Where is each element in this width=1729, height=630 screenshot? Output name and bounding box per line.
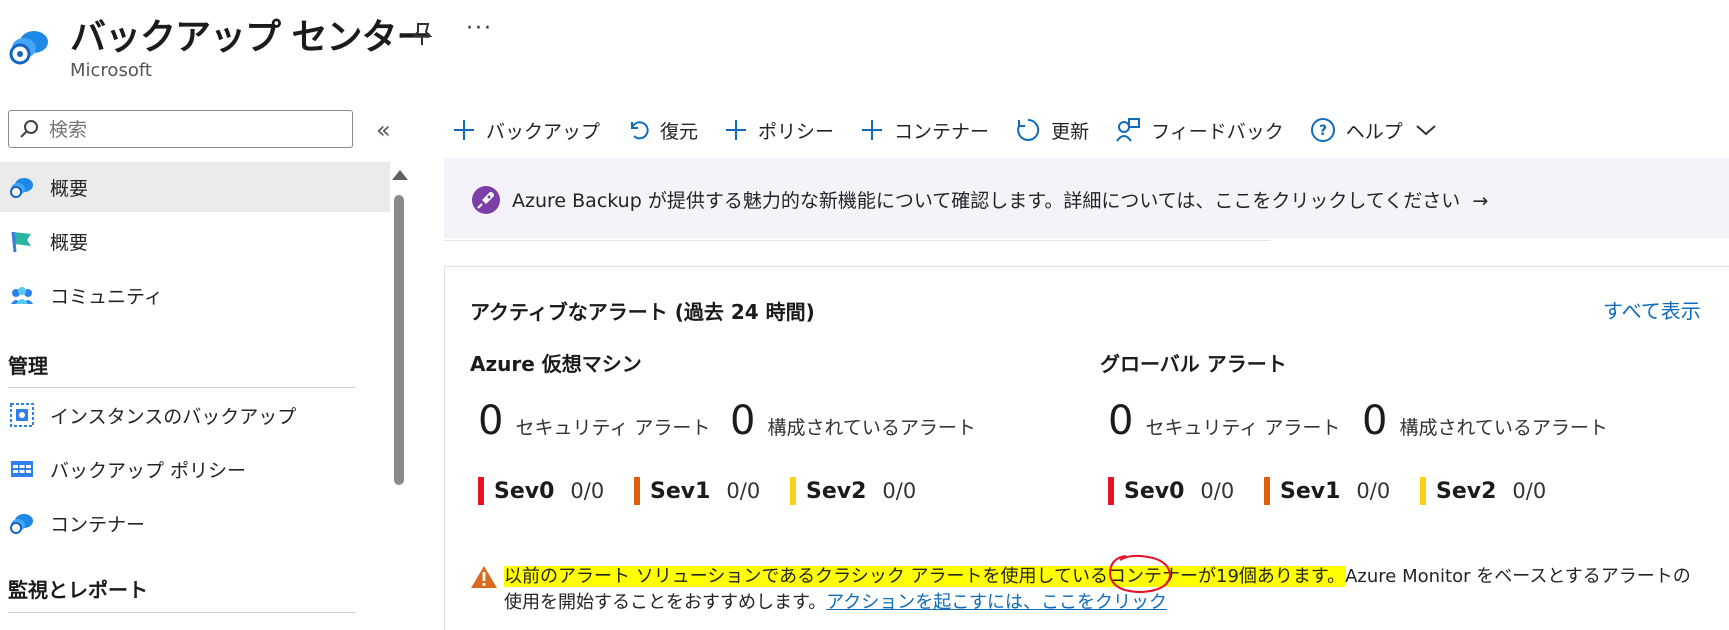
quickstart-flag-icon (8, 227, 36, 255)
red-annotation-circle (1108, 554, 1172, 594)
sidebar-item-label: コンテナー (50, 513, 146, 536)
banner-message[interactable]: Azure Backup が提供する魅力的な新機能について確認します。詳細につい… (512, 186, 1488, 213)
restore-button[interactable]: 復元 (626, 117, 698, 144)
svg-text:?: ? (1319, 123, 1327, 139)
sev1-indicator[interactable]: Sev1 0/0 (634, 477, 760, 505)
configured-alert-count[interactable]: 0 構成されているアラート (1362, 398, 1608, 444)
global-alerts-group-title: グローバル アラート (1100, 352, 1287, 376)
plus-icon (862, 120, 883, 140)
help-icon: ? (1310, 118, 1335, 142)
sev2-color-bar (790, 477, 796, 505)
sidebar-item-label: インスタンスのバックアップ (50, 405, 297, 428)
page-subtitle: Microsoft (70, 60, 152, 81)
backup-instances-icon (8, 401, 36, 429)
plus-icon (454, 120, 474, 140)
sev1-color-bar (1264, 477, 1270, 505)
search-icon (20, 120, 38, 138)
sev2-color-bar (1420, 477, 1426, 505)
divider (444, 240, 1270, 241)
scroll-up-arrow[interactable] (392, 170, 408, 180)
section-monitoring-heading: 監視とレポート (8, 578, 148, 602)
sev0-indicator[interactable]: Sev0 0/0 (1108, 477, 1234, 505)
sidebar-item-community[interactable]: コミュニティ (0, 270, 390, 320)
see-all-link[interactable]: すべて表示 (1603, 295, 1701, 324)
policy-button[interactable]: ポリシー (724, 117, 834, 144)
search-box[interactable] (8, 110, 353, 148)
page-title: バックアップ センター (70, 17, 433, 58)
section-divider (8, 612, 356, 613)
sev2-indicator[interactable]: Sev2 0/0 (790, 477, 916, 505)
sidebar-item-backup-instances[interactable]: インスタンスのバックアップ (0, 390, 390, 440)
configured-alert-count[interactable]: 0 構成されているアラート (730, 398, 976, 444)
sidebar-item-backup-policies[interactable]: バックアップ ポリシー (0, 444, 390, 494)
vault-button[interactable]: コンテナー (860, 117, 989, 144)
collapse-sidebar-button[interactable]: « (376, 116, 391, 144)
sidebar-item-overview[interactable]: 概要 (0, 162, 390, 212)
highlighted-warning-text: 以前のアラート ソリューションであるクラシック アラートを使用しているコンテナー… (504, 566, 1346, 587)
sev1-color-bar (634, 477, 640, 505)
plus-icon (726, 120, 747, 140)
azure-vm-group-title: Azure 仮想マシン (470, 352, 642, 376)
sev0-indicator[interactable]: Sev0 0/0 (478, 477, 604, 505)
rocket-icon (472, 186, 500, 214)
section-divider (8, 387, 356, 388)
feedback-button[interactable]: フィードバック (1115, 117, 1284, 144)
active-alerts-title: アクティブなアラート (過去 24 時間) (470, 300, 815, 324)
sidebar-item-label: 概要 (50, 231, 89, 254)
vault-cloud-icon (8, 509, 36, 537)
security-alert-count[interactable]: 0 セキュリティ アラート (1108, 398, 1340, 444)
cloud-backup-icon (8, 173, 36, 201)
sidebar-item-getting-started[interactable]: 概要 (0, 216, 390, 266)
policy-table-icon (8, 455, 36, 483)
arrow-right-icon: → (1472, 190, 1489, 212)
classic-alerts-warning: 以前のアラート ソリューションであるクラシック アラートを使用しているコンテナー… (504, 564, 1704, 616)
chevron-down-icon (1416, 125, 1436, 136)
refresh-icon (1017, 118, 1040, 141)
feedback-icon (1116, 118, 1141, 142)
sev2-indicator[interactable]: Sev2 0/0 (1420, 477, 1546, 505)
command-bar: バックアップ 復元 ポリシー コンテナー 更新 フィードバック ? ヘルプ (452, 110, 1463, 150)
pin-icon[interactable] (408, 20, 436, 48)
sev0-color-bar (478, 477, 484, 505)
section-manage-heading: 管理 (8, 354, 48, 378)
sidebar-scrollbar[interactable] (394, 195, 404, 485)
sidebar-item-label: 概要 (50, 177, 89, 200)
sidebar-item-vaults[interactable]: コンテナー (0, 498, 390, 548)
help-button[interactable]: ? ヘルプ (1310, 117, 1437, 144)
refresh-button[interactable]: 更新 (1015, 117, 1089, 144)
sev1-indicator[interactable]: Sev1 0/0 (1264, 477, 1390, 505)
sidebar-item-label: コミュニティ (50, 285, 163, 308)
backup-button[interactable]: バックアップ (452, 117, 600, 144)
warning-icon (470, 564, 498, 594)
restore-icon (631, 121, 649, 140)
security-alert-count[interactable]: 0 セキュリティ アラート (478, 398, 710, 444)
search-input[interactable] (47, 115, 346, 145)
community-people-icon (8, 281, 36, 309)
more-options-button[interactable]: ··· (466, 16, 493, 41)
sev0-color-bar (1108, 477, 1114, 505)
backup-center-logo-icon (6, 22, 54, 70)
sidebar-item-label: バックアップ ポリシー (50, 459, 247, 482)
